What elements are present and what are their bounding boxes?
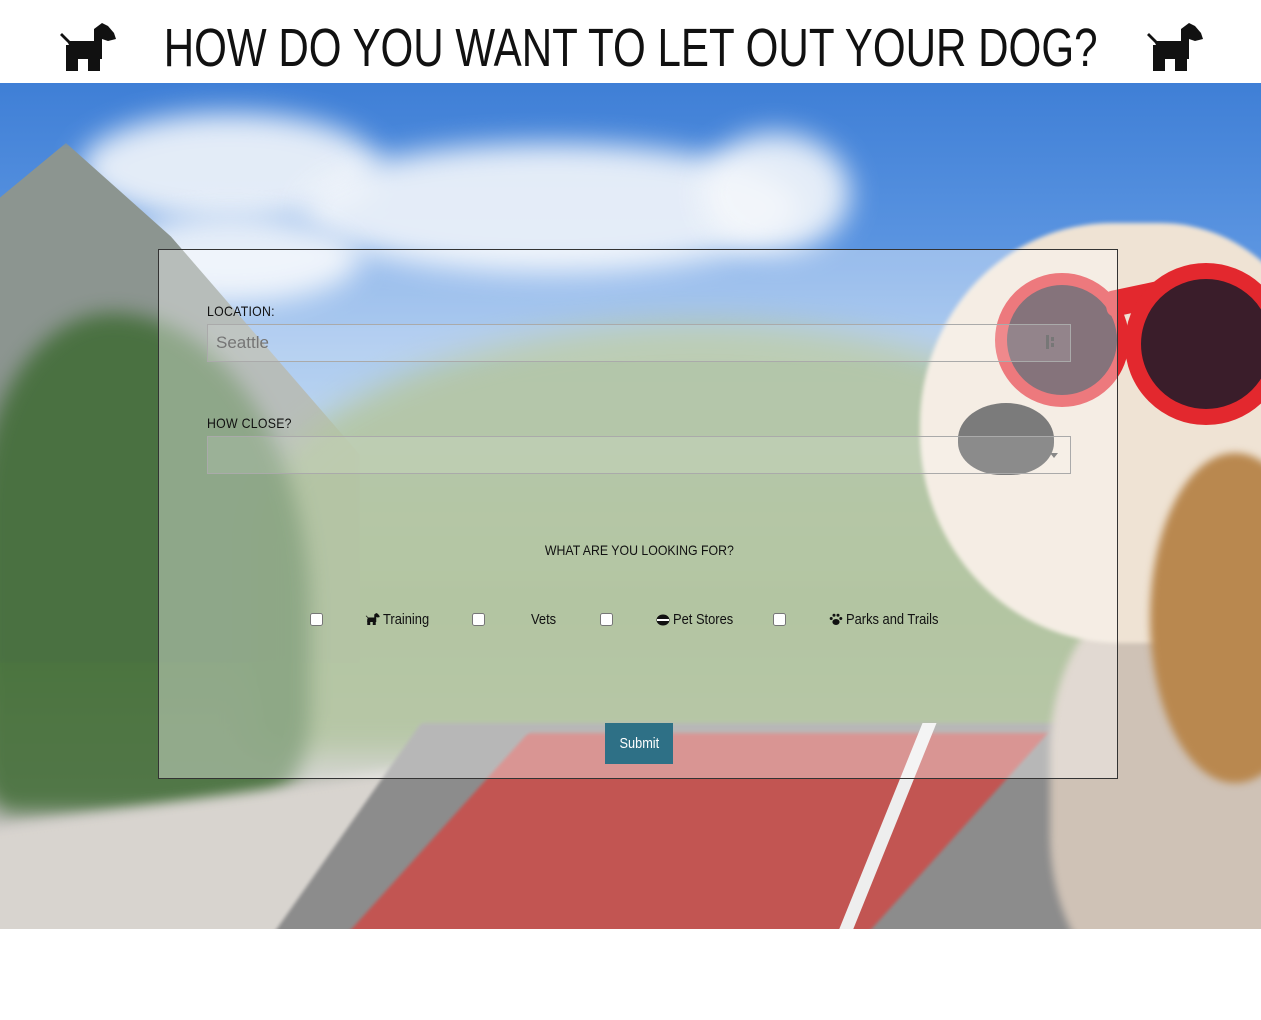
parks-option[interactable]: Parks and Trails — [829, 611, 954, 628]
dog-icon — [365, 613, 380, 625]
bone-icon — [656, 614, 670, 625]
distance-select[interactable] — [207, 436, 1071, 474]
pet-stores-option[interactable]: Pet Stores — [656, 611, 743, 628]
location-input[interactable] — [207, 324, 1071, 362]
looking-for-label: WHAT ARE YOU LOOKING FOR? — [544, 542, 734, 558]
location-picker-icon[interactable] — [1045, 334, 1057, 350]
dog-icon — [58, 22, 116, 75]
training-option[interactable]: Training — [365, 611, 437, 628]
chevron-down-icon — [1050, 453, 1058, 458]
training-checkbox[interactable] — [310, 613, 323, 626]
pet-stores-checkbox[interactable] — [600, 613, 613, 626]
vets-option[interactable]: Vets — [531, 611, 560, 628]
vets-checkbox[interactable] — [472, 613, 485, 626]
distance-label: HOW CLOSE? — [207, 415, 292, 431]
submit-button[interactable]: Submit — [605, 723, 673, 764]
page-header: HOW DO YOU WANT TO LET OUT YOUR DOG? — [0, 0, 1261, 83]
hero-background: LOCATION: HOW CLOSE? WHAT ARE YOU LOOKIN… — [0, 83, 1261, 929]
page-title: HOW DO YOU WANT TO LET OUT YOUR DOG? — [163, 17, 1098, 78]
location-label: LOCATION: — [207, 303, 275, 319]
title-wrap: HOW DO YOU WANT TO LET OUT YOUR DOG? — [58, 9, 1204, 78]
looking-for-options: Training Vets Pet Stores Parks and Trail… — [159, 611, 1119, 631]
dog-icon — [1145, 22, 1204, 75]
paw-icon — [829, 613, 843, 625]
parks-checkbox[interactable] — [773, 613, 786, 626]
search-form: LOCATION: HOW CLOSE? WHAT ARE YOU LOOKIN… — [158, 249, 1118, 779]
